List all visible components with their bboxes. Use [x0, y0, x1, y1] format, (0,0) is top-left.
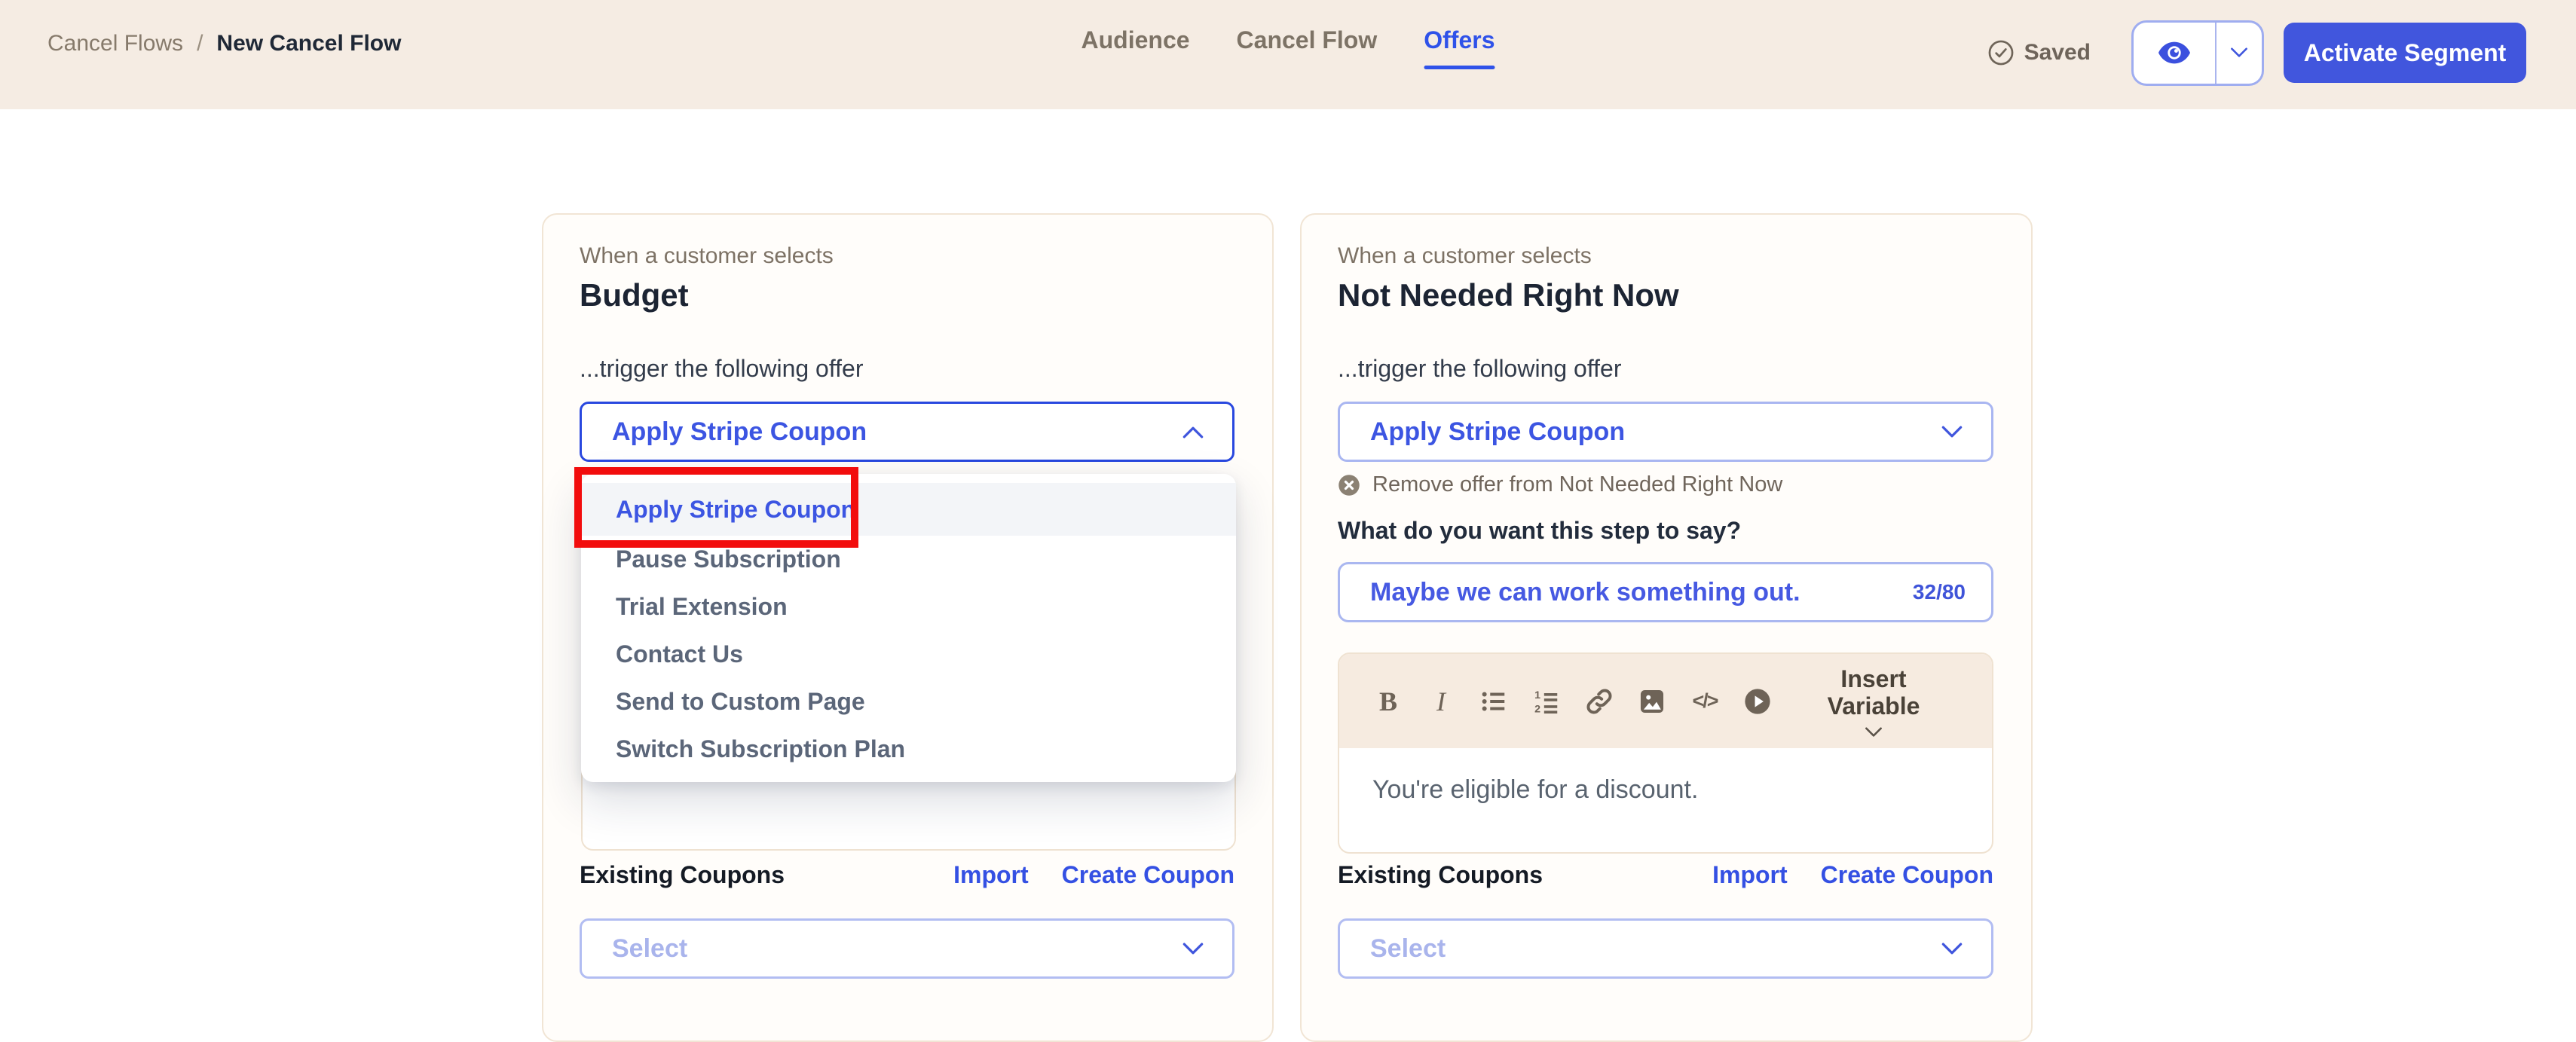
- image-icon[interactable]: [1636, 684, 1668, 719]
- breadcrumb-current-page: New Cancel Flow: [216, 31, 401, 57]
- insert-variable-label: Insert Variable: [1828, 665, 1920, 720]
- saved-label: Saved: [2024, 40, 2091, 66]
- dropdown-option-send-to-custom-page[interactable]: Send to Custom Page: [581, 678, 1236, 726]
- tab-audience[interactable]: Audience: [1081, 25, 1190, 69]
- rich-text-editor: B I 1 2: [1338, 652, 1993, 854]
- tab-active-underline: [1424, 66, 1495, 69]
- tab-cancel-flow[interactable]: Cancel Flow: [1237, 25, 1378, 69]
- existing-coupons-label: Existing Coupons: [1338, 861, 1543, 889]
- offer-type-select-value: Apply Stripe Coupon: [1370, 417, 1625, 447]
- editor-body[interactable]: You're eligible for a discount.: [1339, 748, 1992, 805]
- editor-toolbar: B I 1 2: [1339, 654, 1992, 748]
- bold-icon[interactable]: B: [1372, 684, 1404, 719]
- chevron-down-icon: [1182, 943, 1204, 955]
- step-say-label: What do you want this step to say?: [1338, 515, 1993, 545]
- dropdown-option-switch-subscription-plan[interactable]: Switch Subscription Plan: [581, 726, 1236, 773]
- dropdown-option-trial-extension[interactable]: Trial Extension: [581, 583, 1236, 631]
- dropdown-option-apply-stripe-coupon[interactable]: Apply Stripe Coupon: [581, 483, 1236, 536]
- chevron-down-icon: [1941, 943, 1963, 955]
- saved-status: Saved: [1987, 38, 2091, 67]
- breadcrumb-cancel-flows[interactable]: Cancel Flows: [47, 31, 183, 57]
- segment-name: Not Needed Right Now: [1338, 275, 1993, 316]
- dropdown-option-pause-subscription[interactable]: Pause Subscription: [581, 536, 1236, 583]
- coupon-select-placeholder: Select: [612, 934, 687, 964]
- video-icon[interactable]: [1742, 684, 1773, 719]
- character-counter: 32/80: [1913, 580, 1966, 604]
- headline-input[interactable]: Maybe we can work something out. 32/80: [1338, 562, 1993, 622]
- svg-text:1: 1: [1534, 689, 1540, 701]
- breadcrumb-separator: /: [197, 31, 203, 57]
- trigger-label: ...trigger the following offer: [1338, 353, 1993, 383]
- import-coupons-link[interactable]: Import: [1712, 861, 1788, 889]
- offer-type-select[interactable]: Apply Stripe Coupon: [1338, 402, 1993, 462]
- tab-underline: [1081, 66, 1190, 69]
- top-bar: Cancel Flows / New Cancel Flow Audience …: [0, 0, 2576, 109]
- activate-segment-button[interactable]: Activate Segment: [2284, 23, 2526, 83]
- offer-type-select-value: Apply Stripe Coupon: [612, 417, 867, 447]
- flow-tabs: Audience Cancel Flow Offers: [1081, 25, 1495, 69]
- header-actions: Saved: [1987, 0, 2526, 105]
- remove-offer-button[interactable]: Remove offer from Not Needed Right Now: [1338, 472, 1993, 497]
- preview-options-button[interactable]: [2217, 23, 2262, 84]
- chevron-down-icon: [2230, 47, 2248, 58]
- tab-offers[interactable]: Offers: [1424, 25, 1495, 69]
- when-label: When a customer selects: [1338, 242, 1993, 270]
- breadcrumb: Cancel Flows / New Cancel Flow: [47, 0, 401, 87]
- when-label: When a customer selects: [580, 242, 1234, 270]
- remove-x-circle-icon: [1338, 474, 1360, 497]
- create-coupon-link[interactable]: Create Coupon: [1821, 861, 1993, 889]
- italic-icon[interactable]: I: [1425, 684, 1457, 719]
- coupon-select-placeholder: Select: [1370, 934, 1446, 964]
- offer-type-dropdown-menu: Apply Stripe Coupon Pause Subscription T…: [581, 474, 1236, 782]
- headline-input-value: Maybe we can work something out.: [1370, 578, 1800, 607]
- bullet-list-icon[interactable]: [1478, 684, 1510, 719]
- check-circle-icon: [1987, 38, 2015, 67]
- code-icon[interactable]: </>: [1689, 684, 1721, 719]
- dropdown-option-contact-us[interactable]: Contact Us: [581, 631, 1236, 678]
- link-icon[interactable]: [1583, 684, 1615, 719]
- remove-offer-label: Remove offer from Not Needed Right Now: [1372, 472, 1782, 497]
- chevron-up-icon: [1182, 426, 1204, 438]
- trigger-label: ...trigger the following offer: [580, 353, 1234, 383]
- existing-coupons-label: Existing Coupons: [580, 861, 785, 889]
- preview-button[interactable]: [2134, 23, 2217, 84]
- chevron-down-icon: [1941, 426, 1963, 438]
- existing-coupons-row: Existing Coupons Import Create Coupon: [580, 861, 1234, 889]
- eye-preview-icon: [2157, 40, 2192, 66]
- tab-underline: [1237, 66, 1378, 69]
- preview-split-button: [2131, 20, 2264, 86]
- editor-body-text: You're eligible for a discount.: [1372, 775, 1698, 804]
- coupon-select[interactable]: Select: [1338, 918, 1993, 979]
- offer-type-select[interactable]: Apply Stripe Coupon: [580, 402, 1234, 462]
- insert-variable-button[interactable]: Insert Variable: [1794, 665, 1953, 738]
- ordered-list-icon[interactable]: 1 2: [1531, 684, 1562, 719]
- create-coupon-link[interactable]: Create Coupon: [1062, 861, 1234, 889]
- offer-panel-not-needed: When a customer selects Not Needed Right…: [1300, 213, 2033, 1042]
- existing-coupons-row: Existing Coupons Import Create Coupon: [1338, 861, 1993, 889]
- coupon-select[interactable]: Select: [580, 918, 1234, 979]
- import-coupons-link[interactable]: Import: [953, 861, 1029, 889]
- offer-panel-budget: When a customer selects Budget ...trigge…: [542, 213, 1274, 1042]
- svg-text:2: 2: [1534, 703, 1540, 715]
- segment-name: Budget: [580, 275, 1234, 316]
